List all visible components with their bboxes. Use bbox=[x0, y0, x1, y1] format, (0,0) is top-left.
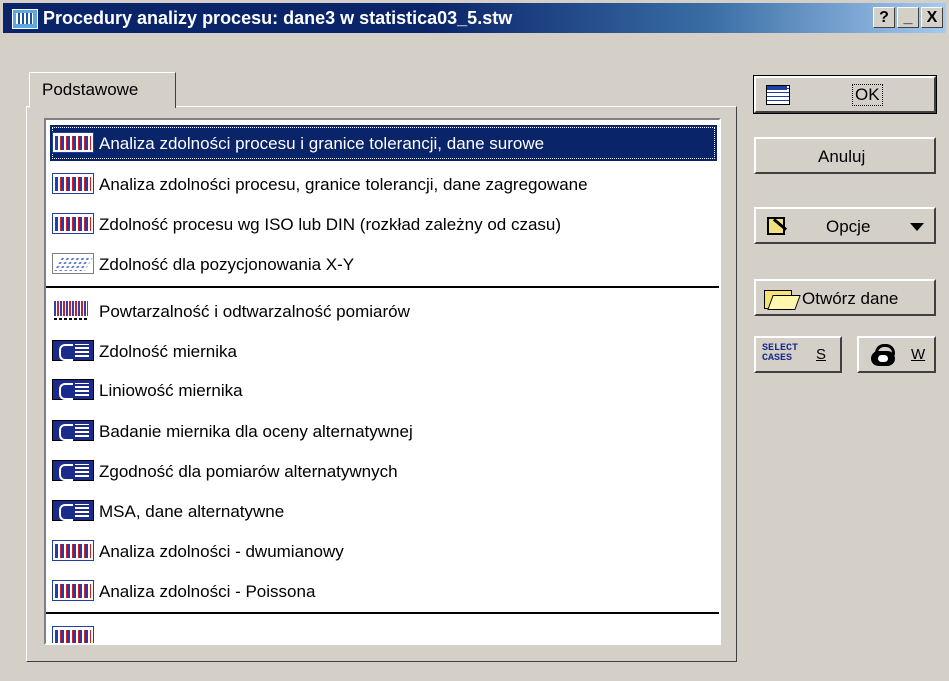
open-folder-icon bbox=[764, 286, 796, 309]
list-item-partial[interactable] bbox=[50, 619, 717, 643]
select-cases-icon: SELECT CASES bbox=[762, 343, 799, 364]
gauge-icon bbox=[52, 500, 94, 521]
weights-key: W bbox=[911, 346, 926, 363]
list-item-label: Zdolność miernika bbox=[99, 342, 237, 361]
ok-button[interactable]: OK bbox=[753, 75, 937, 114]
repeatability-chart-icon bbox=[52, 300, 94, 321]
help-button[interactable]: ? bbox=[873, 7, 895, 28]
gauge-icon bbox=[52, 460, 94, 481]
group-divider bbox=[46, 286, 719, 288]
list-item[interactable]: Badanie miernika dla oceny alternatywnej bbox=[50, 413, 717, 449]
list-item[interactable]: Zdolność miernika bbox=[50, 333, 717, 369]
ok-label: OK bbox=[852, 84, 883, 106]
list-item-label: Liniowość miernika bbox=[99, 381, 243, 400]
cancel-button[interactable]: Anuluj bbox=[754, 137, 936, 174]
list-item[interactable]: MSA, dane alternatywne bbox=[50, 493, 717, 529]
open-data-label: Otwórz dane bbox=[802, 289, 899, 308]
list-item[interactable]: Analiza zdolności - dwumianowy bbox=[50, 533, 717, 569]
options-label: Opcje bbox=[826, 217, 871, 236]
window-title: Procedury analizy procesu: dane3 w stati… bbox=[43, 8, 513, 28]
options-button[interactable]: Opcje bbox=[754, 207, 936, 244]
process-histogram-icon bbox=[52, 213, 94, 234]
select-cases-button[interactable]: SELECT CASES S bbox=[754, 336, 842, 373]
list-item-label: Zdolność procesu wg ISO lub DIN (rozkład… bbox=[99, 215, 562, 234]
list-item[interactable]: Zdolność procesu wg ISO lub DIN (rozkład… bbox=[50, 206, 717, 242]
weight-icon bbox=[871, 344, 897, 366]
list-item[interactable]: Zgodność dla pomiarów alternatywnych bbox=[50, 453, 717, 489]
process-histogram-icon bbox=[52, 540, 94, 561]
open-data-button[interactable]: Otwórz dane bbox=[754, 279, 936, 316]
list-item-label: Analiza zdolności procesu, granice toler… bbox=[99, 175, 588, 194]
list-item-label: Zdolność dla pozycjonowania X-Y bbox=[99, 255, 355, 274]
gauge-icon bbox=[52, 340, 94, 361]
scatter-plot-icon bbox=[52, 253, 94, 274]
list-item[interactable]: Zdolność dla pozycjonowania X-Y bbox=[50, 246, 717, 282]
weights-button[interactable]: W bbox=[857, 336, 936, 373]
list-item[interactable]: Powtarzalność i odtwarzalność pomiarów bbox=[50, 293, 717, 329]
tab-podstawowe[interactable]: Podstawowe bbox=[29, 72, 176, 108]
list-item-label: Analiza zdolności - dwumianowy bbox=[99, 542, 344, 561]
list-item[interactable]: Analiza zdolności - Poissona bbox=[50, 573, 717, 609]
process-histogram-icon bbox=[52, 626, 94, 643]
group-divider bbox=[46, 612, 719, 614]
dropdown-arrow-icon bbox=[910, 223, 924, 231]
tab-label: Podstawowe bbox=[42, 80, 139, 99]
wand-icon bbox=[764, 214, 788, 236]
list-item-label: Analiza zdolności - Poissona bbox=[99, 582, 316, 601]
list-item-label: Powtarzalność i odtwarzalność pomiarów bbox=[99, 302, 410, 321]
list-item-label: Analiza zdolności procesu i granice tole… bbox=[99, 134, 545, 153]
gauge-icon bbox=[52, 379, 94, 400]
list-item[interactable]: Analiza zdolności procesu i granice tole… bbox=[50, 125, 717, 161]
process-analysis-dialog: Procedury analizy procesu: dane3 w stati… bbox=[0, 0, 949, 681]
list-item-label: Badanie miernika dla oceny alternatywnej bbox=[99, 422, 413, 441]
table-icon bbox=[766, 85, 790, 105]
process-histogram-icon bbox=[52, 580, 94, 601]
gauge-icon bbox=[52, 420, 94, 441]
close-button[interactable]: X bbox=[921, 7, 943, 28]
statistica-app-icon bbox=[12, 9, 38, 29]
cancel-label: Anuluj bbox=[818, 147, 866, 166]
title-bar[interactable]: Procedury analizy procesu: dane3 w stati… bbox=[3, 3, 946, 33]
list-item[interactable]: Liniowość miernika bbox=[50, 372, 717, 408]
select-cases-key: S bbox=[816, 346, 827, 363]
process-histogram-icon bbox=[52, 132, 94, 153]
minimize-button[interactable]: _ bbox=[897, 7, 919, 28]
list-item[interactable]: Analiza zdolności procesu, granice toler… bbox=[50, 166, 717, 202]
list-item-label: MSA, dane alternatywne bbox=[99, 502, 285, 521]
procedure-list[interactable]: Analiza zdolności procesu i granice tole… bbox=[44, 118, 721, 645]
process-histogram-icon bbox=[52, 173, 94, 194]
list-item-label: Zgodność dla pomiarów alternatywnych bbox=[99, 462, 398, 481]
